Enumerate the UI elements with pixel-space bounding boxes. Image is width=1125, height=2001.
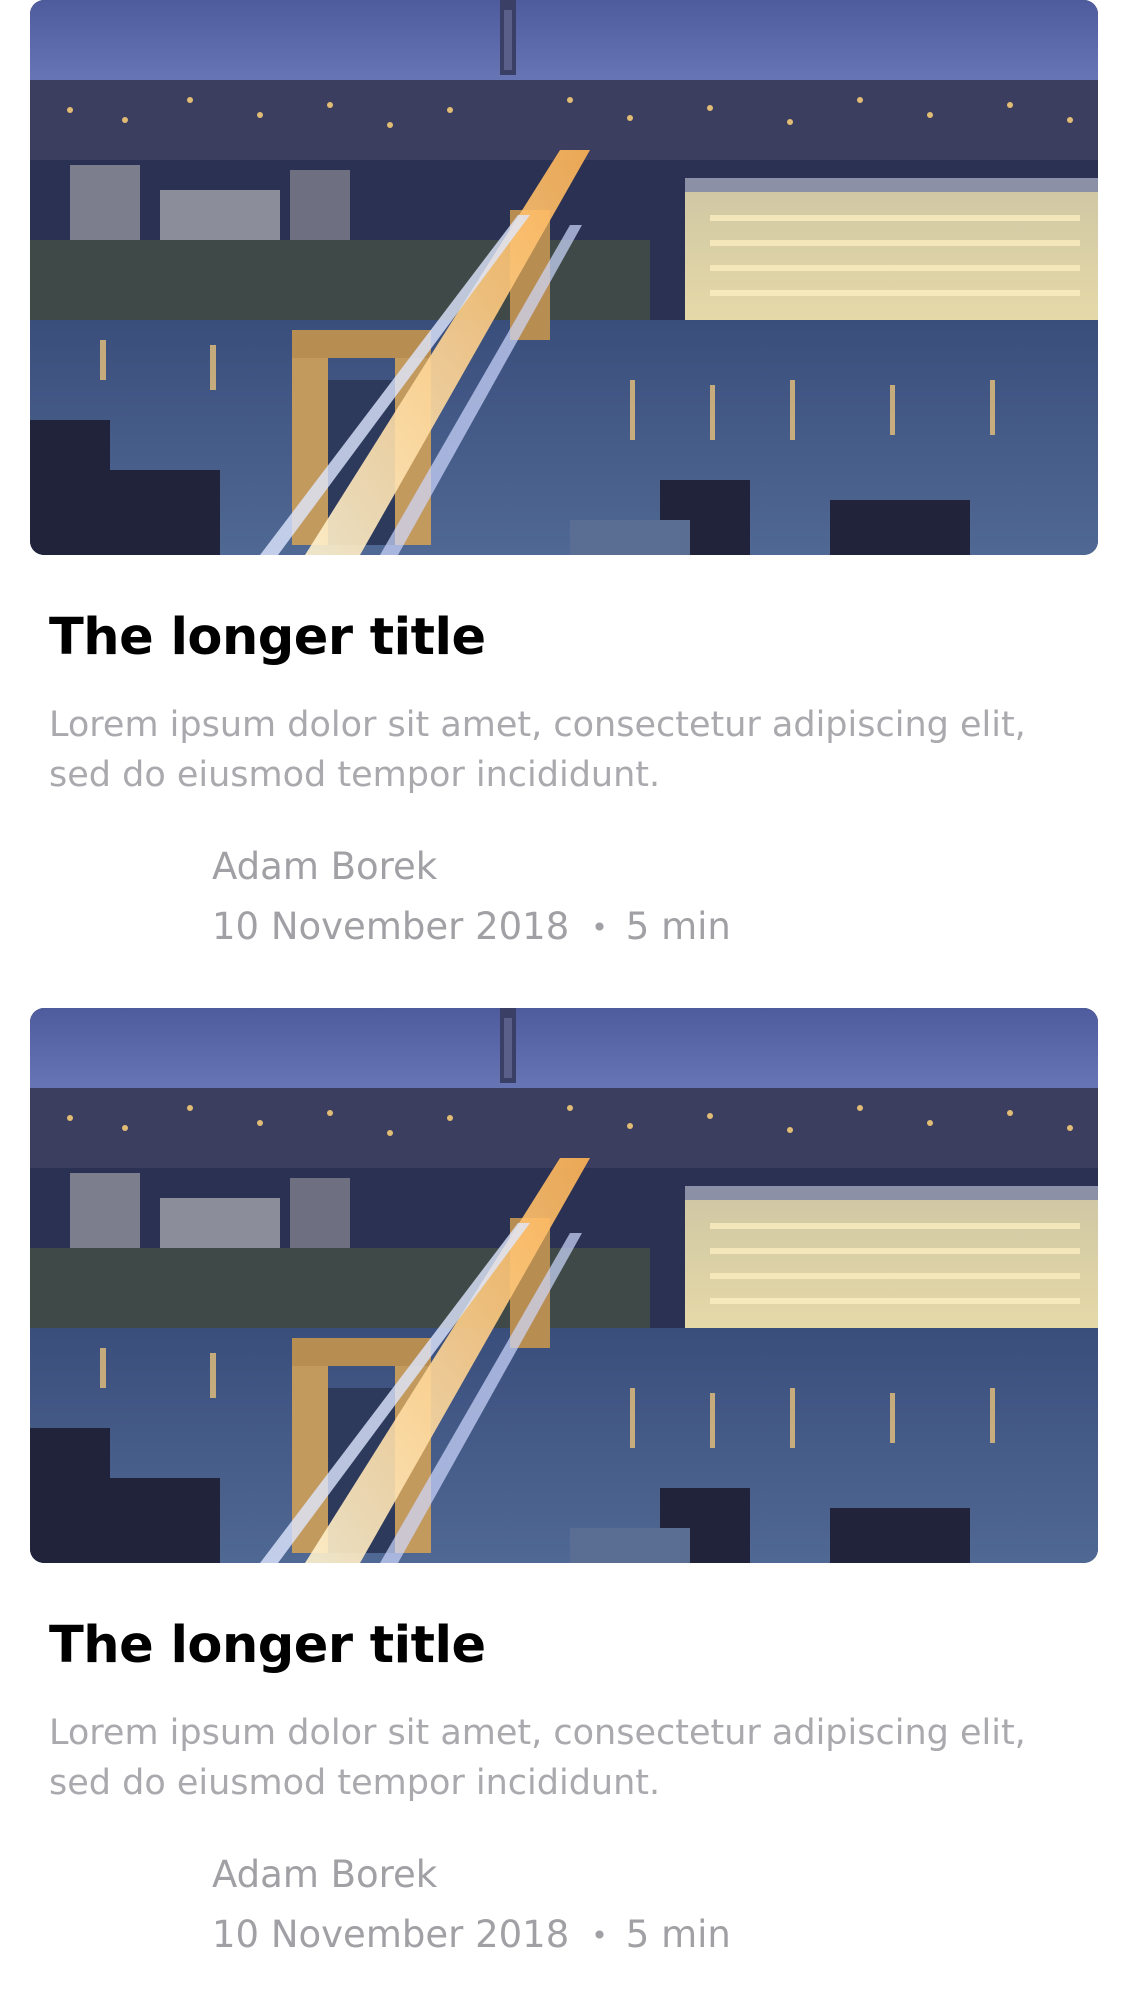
article-read-time: 5 min xyxy=(625,905,731,948)
article-meta: 10 November 2018 • 5 min xyxy=(212,902,731,953)
article-meta: 10 November 2018 • 5 min xyxy=(212,1910,731,1961)
article-image[interactable] xyxy=(30,1008,1098,1563)
city-bridge-night-photo xyxy=(30,1008,1098,1563)
article-author: Adam Borek xyxy=(212,1853,438,1896)
article-title[interactable]: The longer title xyxy=(49,1614,486,1678)
article-author: Adam Borek xyxy=(212,845,438,888)
meta-separator: • xyxy=(591,1919,608,1952)
article-excerpt: Lorem ipsum dolor sit amet, consectetur … xyxy=(49,705,1026,795)
article-read-time: 5 min xyxy=(625,1913,731,1956)
article-date: 10 November 2018 xyxy=(212,1913,570,1956)
article-date: 10 November 2018 xyxy=(212,905,570,948)
article-image[interactable] xyxy=(30,0,1098,555)
article-title[interactable]: The longer title xyxy=(49,606,486,670)
article-excerpt: Lorem ipsum dolor sit amet, consectetur … xyxy=(49,1713,1026,1803)
meta-separator: • xyxy=(591,911,608,944)
city-bridge-night-photo xyxy=(30,0,1098,555)
article-feed: The longer title Lorem ipsum dolor sit a… xyxy=(0,0,1125,2001)
